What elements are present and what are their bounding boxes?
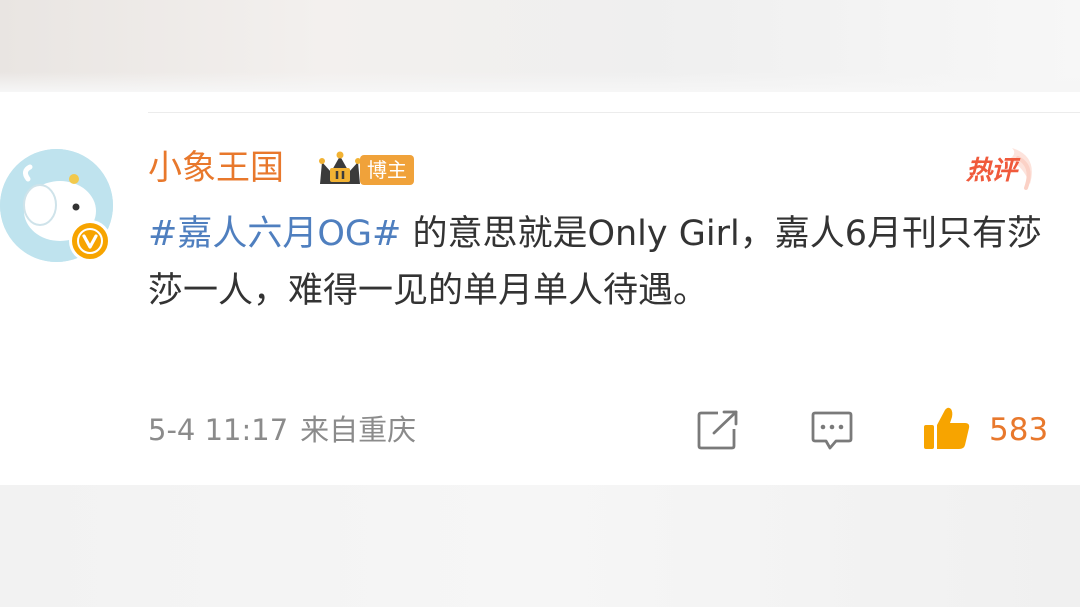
crown-badge-icon	[316, 150, 364, 194]
comment-meta: 5-4 11:17 来自重庆	[148, 410, 416, 450]
hot-comment-label: 热评	[966, 156, 1017, 186]
verified-v-icon	[69, 220, 111, 262]
comment-card: 小象王国 博主 热评 #嘉人六月OG# 的意思就是Only Girl，嘉人6月刊…	[0, 92, 1080, 485]
comment-source: 来自重庆	[300, 413, 417, 447]
hashtag-link[interactable]: #嘉人六月OG#	[148, 214, 401, 254]
share-icon[interactable]	[696, 409, 740, 455]
like-count: 583	[989, 412, 1049, 448]
thumbs-up-icon[interactable]	[922, 406, 972, 456]
comment-icon[interactable]	[810, 410, 854, 456]
divider	[148, 112, 1080, 113]
comment-date: 5-4 11:17	[148, 413, 289, 447]
blurred-background-bottom	[0, 485, 1080, 607]
author-name[interactable]: 小象王国	[148, 146, 284, 190]
role-badge: 博主	[360, 155, 414, 185]
comment-text: #嘉人六月OG# 的意思就是Only Girl，嘉人6月刊只有莎莎一人，难得一见…	[148, 206, 1048, 320]
blurred-background-top	[0, 0, 1080, 92]
